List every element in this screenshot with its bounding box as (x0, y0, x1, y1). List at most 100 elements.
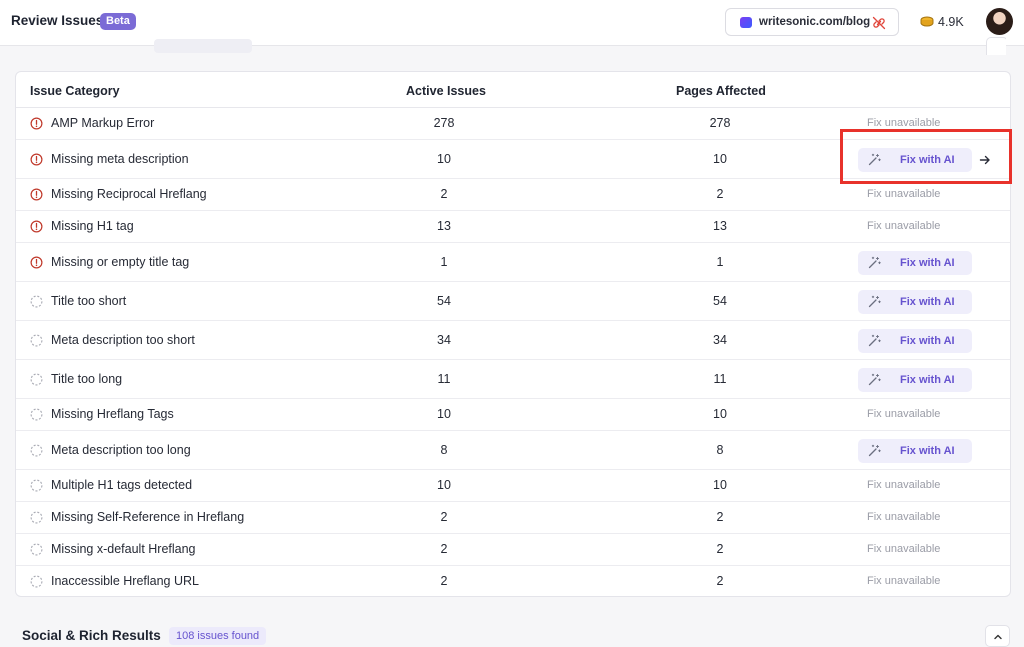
fix-with-ai-button[interactable]: Fix with AI (858, 438, 972, 463)
fix-with-ai-button[interactable]: Fix with AI (858, 250, 972, 275)
issue-name: Inaccessible Hreflang URL (51, 574, 199, 588)
fix-unavailable-text: Fix unavailable (867, 188, 941, 200)
table-row[interactable]: Meta description too long 8 8 Fix with AI (16, 431, 1010, 470)
pages-affected-count: 10 (713, 478, 727, 492)
issue-name: Title too long (51, 371, 123, 386)
site-url: writesonic.com/blog (759, 16, 871, 28)
page-title: Review Issues (11, 13, 104, 28)
fix-with-ai-label: Fix with AI (900, 444, 955, 457)
fix-with-ai-button[interactable]: Fix with AI (858, 289, 972, 314)
issue-name: AMP Markup Error (51, 116, 155, 130)
active-issues-count: 34 (437, 332, 451, 347)
previous-section-header (16, 37, 1006, 55)
column-header-issue-category: Issue Category (30, 84, 120, 98)
issues-found-badge: 108 issues found (169, 627, 267, 645)
active-issues-count: 1 (440, 254, 448, 269)
issue-name: Meta description too short (51, 332, 195, 347)
issue-name: Missing Reciprocal Hreflang (51, 187, 207, 201)
pages-affected-count: 2 (716, 542, 724, 556)
fix-unavailable-text: Fix unavailable (867, 408, 941, 420)
magic-wand-icon (868, 334, 881, 346)
fix-with-ai-label: Fix with AI (900, 373, 955, 386)
pending-dashed-circle-icon (30, 444, 43, 456)
pending-dashed-circle-icon (30, 334, 43, 346)
pending-dashed-circle-icon (30, 575, 43, 588)
table-row[interactable]: Title too short 54 54 Fix with AI (16, 282, 1010, 321)
fix-unavailable-text: Fix unavailable (867, 479, 941, 491)
issue-name: Missing x-default Hreflang (51, 542, 196, 556)
fix-with-ai-label: Fix with AI (900, 295, 955, 308)
pending-dashed-circle-icon (30, 408, 43, 421)
column-header-pages-affected: Pages Affected (676, 84, 766, 98)
pages-affected-count: 11 (713, 371, 727, 386)
chevron-up-icon (994, 634, 1002, 640)
highlight-box (840, 129, 1012, 184)
pages-affected-count: 8 (716, 442, 724, 457)
table-row[interactable]: Title too long 11 11 Fix with AI (16, 360, 1010, 399)
pages-affected-count: 54 (713, 293, 727, 308)
issue-name: Missing meta description (51, 151, 189, 166)
previous-section-badge (154, 39, 252, 53)
active-issues-count: 10 (437, 151, 451, 166)
active-issues-count: 2 (440, 187, 448, 201)
magic-wand-icon (868, 444, 881, 456)
magic-wand-icon (868, 373, 881, 385)
pages-affected-count: 2 (716, 510, 724, 524)
section-title-social-rich-results: Social & Rich Results (22, 628, 161, 643)
issue-name: Missing or empty title tag (51, 254, 190, 269)
pages-affected-count: 10 (713, 407, 727, 421)
table-row[interactable]: Missing or empty title tag 1 1 Fix with AI (16, 243, 1010, 282)
column-header-active-issues: Active Issues (406, 84, 486, 98)
table-row[interactable]: Missing H1 tag 13 13 Fix unavailable (16, 211, 1010, 243)
active-issues-count: 2 (440, 574, 448, 588)
table-row[interactable]: Inaccessible Hreflang URL 2 2 Fix unavailab… (16, 566, 1010, 596)
fix-with-ai-button[interactable]: Fix with AI (858, 328, 972, 353)
issue-name: Missing H1 tag (51, 219, 134, 233)
issue-name: Title too short (51, 293, 127, 308)
table-row[interactable]: Missing x-default Hreflang 2 2 Fix unavaila… (16, 534, 1010, 566)
site-selector[interactable]: writesonic.com/blog (725, 8, 899, 36)
magic-wand-icon (868, 256, 881, 268)
collapse-section-button[interactable] (985, 625, 1010, 647)
active-issues-count: 54 (437, 293, 451, 308)
pages-affected-count: 2 (716, 574, 724, 588)
pending-dashed-circle-icon (30, 373, 43, 385)
pages-affected-count: 34 (713, 332, 727, 347)
issue-name: Missing Self-Reference in Hreflang (51, 510, 245, 524)
error-alert-icon (30, 153, 43, 165)
active-issues-count: 13 (437, 219, 451, 233)
previous-section-collapse-button[interactable] (986, 37, 1006, 55)
issue-name: Missing Hreflang Tags (51, 407, 174, 421)
active-issues-count: 278 (433, 116, 455, 130)
pending-dashed-circle-icon (30, 511, 43, 524)
error-alert-icon (30, 188, 43, 201)
fix-unavailable-text: Fix unavailable (867, 511, 941, 523)
error-alert-icon (30, 256, 43, 268)
issue-name: Multiple H1 tags detected (51, 478, 193, 492)
pages-affected-count: 2 (716, 187, 724, 201)
pages-affected-count: 13 (713, 219, 727, 233)
error-alert-icon (30, 220, 43, 233)
fix-unavailable-text: Fix unavailable (867, 117, 941, 129)
unlink-icon[interactable] (871, 15, 887, 31)
beta-badge: Beta (100, 13, 136, 30)
active-issues-count: 2 (440, 510, 448, 524)
active-issues-count: 2 (440, 542, 448, 556)
issue-name: Meta description too long (51, 442, 191, 457)
table-row[interactable]: Multiple H1 tags detected 10 10 Fix unavail… (16, 470, 1010, 502)
table-row[interactable]: Meta description too short 34 34 Fix with A… (16, 321, 1010, 360)
table-row[interactable]: Missing Hreflang Tags 10 10 Fix unavailable (16, 399, 1010, 431)
error-alert-icon (30, 117, 43, 130)
coin-icon (920, 16, 934, 27)
table-row[interactable]: Missing Self-Reference in Hreflang 2 2 Fix … (16, 502, 1010, 534)
magic-wand-icon (868, 295, 881, 307)
credits-count: 4.9K (938, 15, 964, 29)
writesonic-logo-icon (740, 17, 752, 28)
active-issues-count: 11 (437, 371, 451, 386)
active-issues-count: 10 (437, 478, 451, 492)
table-header: Issue Category Active Issues Pages Affec… (16, 72, 1010, 108)
fix-unavailable-text: Fix unavailable (867, 575, 941, 587)
pending-dashed-circle-icon (30, 543, 43, 556)
fix-with-ai-button[interactable]: Fix with AI (858, 367, 972, 392)
user-avatar[interactable] (986, 8, 1013, 35)
